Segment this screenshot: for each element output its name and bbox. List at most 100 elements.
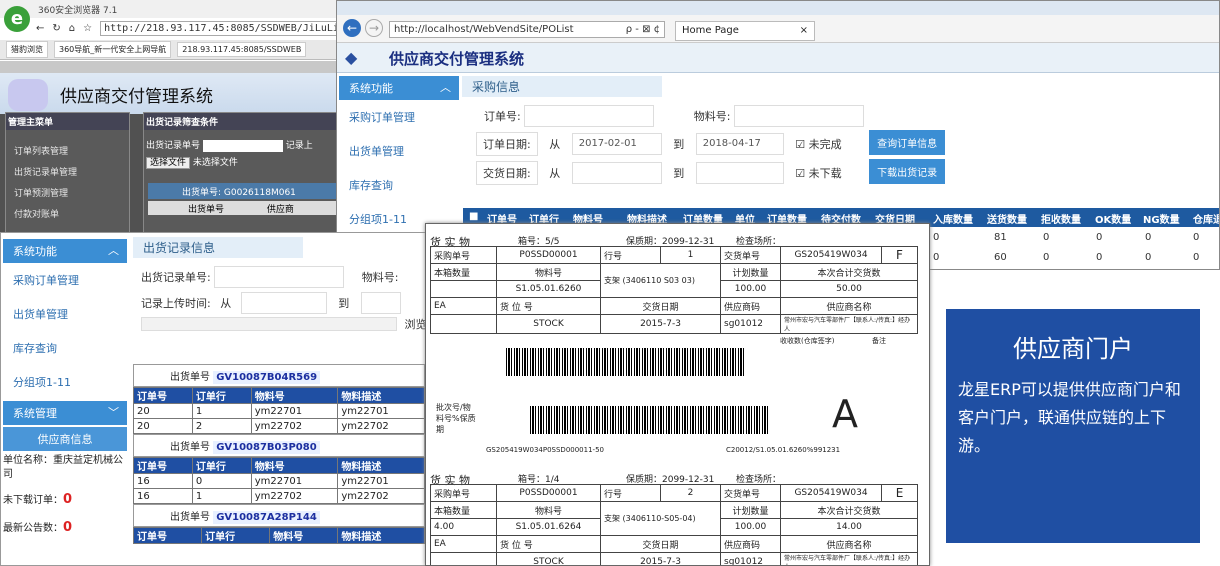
from-label: 从 bbox=[549, 138, 561, 151]
delivery-label-document: 货 实 物 箱号：5/5 保质期：2099-12-31 检查场所： 采购单号 P0… bbox=[425, 223, 930, 566]
logo-icon: ◆ bbox=[345, 48, 358, 67]
tab-3[interactable]: 218.93.117.45:8085/SSDWEB bbox=[177, 42, 307, 57]
system-title: 供应商交付管理系统 bbox=[60, 87, 213, 107]
address-bar[interactable]: http://localhost/WebVendSite/POList ρ - ⊠… bbox=[389, 21, 665, 38]
nav-bar: ← ↻ ⌂ ☆ http://218.93.117.45:8085/SSDWEB… bbox=[36, 18, 344, 38]
sidebar-item-po[interactable]: 采购订单管理 bbox=[339, 100, 459, 134]
query-order-button[interactable]: 查询订单信息 bbox=[869, 130, 946, 155]
from-label: 从 bbox=[220, 297, 232, 310]
barcode-text-1: GS205419W034P0SSD000011-50 bbox=[486, 446, 604, 454]
tab-2[interactable]: 360导航_新一代安全上网导航 bbox=[54, 41, 172, 58]
not-downloaded-checkbox[interactable]: ☑ 未下载 bbox=[795, 165, 841, 181]
material-label: 物料号: bbox=[693, 110, 731, 123]
table-row[interactable]: 20 1 ym22701 ym22701 bbox=[133, 403, 425, 419]
file-path-input[interactable] bbox=[141, 317, 397, 331]
table-row[interactable]: 16 1 ym22702 ym22702 bbox=[133, 488, 425, 504]
company-logo bbox=[8, 79, 48, 111]
notice-count: 0 bbox=[63, 520, 73, 535]
system-title: 供应商交付管理系统 bbox=[389, 50, 525, 68]
from-label-2: 从 bbox=[549, 167, 561, 180]
to-label-2: 到 bbox=[673, 167, 685, 180]
section-title: 出货记录信息 bbox=[133, 237, 303, 258]
deliv-date-label: 交货日期: bbox=[476, 161, 538, 185]
material-label: 物料号: bbox=[361, 271, 399, 284]
filter-input[interactable] bbox=[202, 139, 283, 152]
shipment-header: 出货单号 GV10087B04R569 bbox=[133, 364, 425, 387]
ie-title-bar bbox=[337, 1, 1219, 15]
download-record-button[interactable]: 下载出货记录 bbox=[869, 159, 946, 184]
barcode-2 bbox=[530, 406, 768, 434]
address-bar[interactable]: http://218.93.117.45:8085/SSDWEB/JiLuLis… bbox=[100, 20, 344, 36]
sidebar-item-po[interactable]: 采购订单管理 bbox=[3, 263, 127, 297]
barcode-1 bbox=[506, 348, 746, 376]
tab-1[interactable]: 猎豹浏览 bbox=[6, 41, 48, 58]
to-label: 到 bbox=[338, 297, 350, 310]
record-no-input[interactable] bbox=[214, 266, 345, 288]
notice-label: 最新公告数： bbox=[3, 523, 63, 534]
chevron-down-icon: ﹀ bbox=[108, 406, 119, 419]
page-header: ◆ 供应商交付管理系统 bbox=[337, 43, 1219, 73]
supplier-info-header: 供应商信息 bbox=[3, 427, 127, 451]
sidebar: 系统功能 ︿ 采购订单管理 出货单管理 库存查询 分组项1-11 系统管理 ﹀ 供应… bbox=[3, 239, 127, 565]
forward-icon[interactable]: → bbox=[365, 19, 383, 37]
browse-button[interactable]: 浏览 bbox=[405, 316, 427, 332]
sidebar-title[interactable]: 系统功能 ︿ bbox=[3, 239, 127, 263]
menu-item-order-forecast[interactable]: 订单预测管理 bbox=[6, 182, 129, 203]
shipment-header: 出货单号 GV10087B03P080 bbox=[133, 434, 425, 457]
sidebar-item-stock[interactable]: 库存查询 bbox=[3, 331, 127, 365]
refresh-icon[interactable]: ↻ bbox=[52, 23, 60, 34]
sys-mgmt-header[interactable]: 系统管理 ﹀ bbox=[3, 401, 127, 425]
shipment-table: 订单号 订单行 物料号 物料描述 16 0 ym22701 ym22701 16 1 ym227… bbox=[133, 457, 425, 504]
home-icon[interactable]: ⌂ bbox=[69, 23, 75, 34]
to-label: 到 bbox=[673, 138, 685, 151]
order-no-input[interactable] bbox=[524, 105, 655, 127]
deliv-to-input[interactable] bbox=[695, 162, 784, 184]
close-tab-icon: × bbox=[799, 25, 808, 36]
table-row[interactable]: 16 0 ym22701 ym22701 bbox=[133, 473, 425, 489]
menu-item-payment[interactable]: 付款对账单 bbox=[6, 203, 129, 224]
col-ship: 出货单号 bbox=[188, 204, 225, 215]
sidebar-item-ship[interactable]: 出货单管理 bbox=[339, 134, 459, 168]
deliv-from-input[interactable] bbox=[571, 162, 662, 184]
company-name: 单位名称：重庆益定机械公司 bbox=[3, 455, 123, 480]
note: 备注 bbox=[872, 337, 886, 345]
tab-home-page[interactable]: Home Page × bbox=[675, 21, 815, 41]
date-from-input[interactable]: 2017-02-01 bbox=[571, 133, 662, 155]
choose-file-button[interactable]: 选择文件 bbox=[146, 156, 191, 169]
menu-item-ship-record[interactable]: 出货记录单管理 bbox=[6, 161, 129, 182]
divider bbox=[0, 61, 344, 73]
main-menu-title: 管理主菜单 bbox=[6, 113, 129, 130]
material-input[interactable] bbox=[733, 105, 864, 127]
col-header: 拒收数量 bbox=[1041, 215, 1081, 226]
sidebar-item-group[interactable]: 分组项1-11 bbox=[3, 365, 127, 399]
select-all-checkbox[interactable]: ■ bbox=[469, 211, 478, 222]
date-to-input[interactable]: 2018-04-17 bbox=[695, 133, 784, 155]
star-icon[interactable]: ☆ bbox=[83, 23, 92, 34]
upload-time-label: 记录上传时间: bbox=[141, 297, 211, 310]
upload-to-input[interactable] bbox=[360, 292, 401, 314]
col-header: OK数量 bbox=[1095, 215, 1132, 226]
label-grid: 采购单号 P0SSD00001 行号 1 交货单号 GS205419W034 F 本箱数量物… bbox=[430, 246, 918, 334]
main-menu: 管理主菜单 订单列表管理 出货记录单管理 订单预测管理 付款对账单 bbox=[5, 112, 130, 240]
back-icon[interactable]: ← bbox=[36, 23, 44, 34]
shipment-header: 出货单号 GV10087A28P144 bbox=[133, 504, 425, 527]
shipment-table: 订单号 订单行 物料号 物料描述 bbox=[132, 527, 425, 544]
tab-strip: 猎豹浏览 360导航_新一代安全上网导航 218.93.117.45:8085/… bbox=[0, 40, 344, 60]
browser-window-360: 360安全浏览器 7.1 e ← ↻ ⌂ ☆ http://218.93.117… bbox=[0, 0, 345, 240]
upload-from-input[interactable] bbox=[240, 292, 327, 314]
sidebar-item-ship[interactable]: 出货单管理 bbox=[3, 297, 127, 331]
chevron-up-icon: ︿ bbox=[108, 244, 119, 257]
col-header: 送货数量 bbox=[987, 215, 1027, 226]
back-icon[interactable]: ← bbox=[343, 19, 361, 37]
sidebar-title[interactable]: 系统功能 ︿ bbox=[339, 76, 459, 100]
unfinished-checkbox[interactable]: ☑ 未完成 bbox=[795, 136, 841, 152]
barcode-text-2: C20012/S1.05.01.6260%991231 bbox=[726, 446, 841, 454]
browser-logo-icon: e bbox=[4, 6, 30, 32]
sidebar-item-stock[interactable]: 库存查询 bbox=[339, 168, 459, 202]
filter-label: 出货记录单号 bbox=[146, 141, 201, 151]
menu-item-order-list[interactable]: 订单列表管理 bbox=[6, 140, 129, 161]
chevron-up-icon: ︿ bbox=[440, 81, 451, 94]
shipment-table: 订单号 订单行 物料号 物料描述 20 1 ym22701 ym22701 20 2 ym227… bbox=[133, 387, 425, 434]
filter-panel: 出货记录筛查条件 出货记录单号 记录上 选择文件 未选择文件 出货单号: G00… bbox=[143, 112, 344, 240]
table-row[interactable]: 20 2 ym22702 ym22702 bbox=[133, 418, 425, 434]
